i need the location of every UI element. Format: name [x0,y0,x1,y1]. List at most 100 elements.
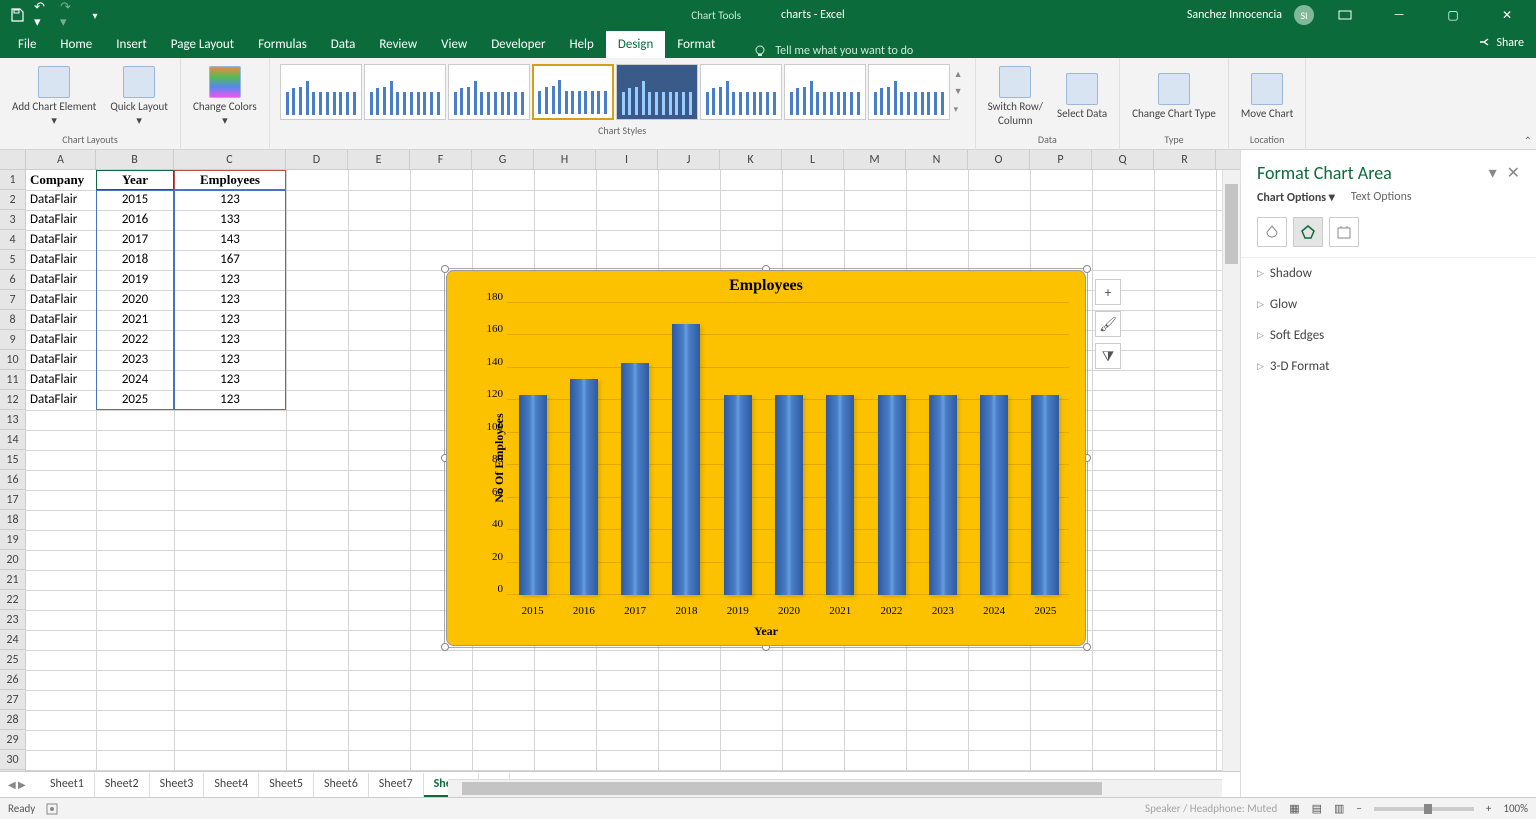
row-header-7[interactable]: 7 [0,290,25,310]
zoom-slider[interactable] [1374,807,1474,811]
select-data-button[interactable]: Select Data [1051,61,1113,133]
cell[interactable]: DataFlair [26,210,96,230]
view-normal-icon[interactable]: ▦ [1289,802,1299,815]
3d-format-section[interactable]: 3-D Format [1241,351,1536,382]
sheet-tab-sheet4[interactable]: Sheet4 [204,773,259,797]
gallery-up-icon[interactable]: ▲ [954,69,963,80]
col-header-K[interactable]: K [720,150,782,169]
quick-layout-button[interactable]: Quick Layout ▾ [104,61,174,133]
row-header-14[interactable]: 14 [0,430,25,450]
minimize-button[interactable]: — [1376,0,1422,30]
row-header-4[interactable]: 4 [0,230,25,250]
col-header-I[interactable]: I [596,150,658,169]
tab-format[interactable]: Format [665,31,727,58]
share-button[interactable]: Share [1478,36,1524,50]
row-header-6[interactable]: 6 [0,270,25,290]
zoom-in-button[interactable]: + [1486,802,1491,815]
bar[interactable] [826,395,854,595]
tab-file[interactable]: File [6,31,48,58]
style-thumb-7[interactable] [784,64,866,120]
cell[interactable]: DataFlair [26,190,96,210]
row-header-23[interactable]: 23 [0,610,25,630]
plot-area[interactable]: 2015201620172018201920202021202220232024… [507,305,1069,595]
style-thumb-3[interactable] [448,64,530,120]
bar[interactable] [980,395,1008,595]
fill-line-icon[interactable] [1257,217,1287,247]
row-header-16[interactable]: 16 [0,470,25,490]
cell[interactable]: DataFlair [26,230,96,250]
chart-title[interactable]: Employees [447,271,1085,295]
row-header-13[interactable]: 13 [0,410,25,430]
cell[interactable]: DataFlair [26,270,96,290]
pane-options-icon[interactable]: ▾ [1489,163,1497,183]
tab-developer[interactable]: Developer [479,31,557,58]
user-avatar[interactable]: SI [1294,5,1314,25]
text-options-tab[interactable]: Text Options [1351,190,1412,205]
cell[interactable]: DataFlair [26,310,96,330]
bar[interactable] [724,395,752,595]
chart-filters-button[interactable]: ⧩ [1095,343,1121,369]
tab-home[interactable]: Home [48,31,104,58]
tab-design[interactable]: Design [606,31,665,58]
col-header-E[interactable]: E [348,150,410,169]
soft-edges-section[interactable]: Soft Edges [1241,320,1536,351]
row-header-10[interactable]: 10 [0,350,25,370]
gallery-more-icon[interactable]: ▾ [954,104,963,115]
bar[interactable] [878,395,906,595]
sheet-tab-sheet5[interactable]: Sheet5 [259,773,314,797]
cells-area[interactable]: CompanyYearEmployeesDataFlair2015123Data… [26,170,1222,771]
row-header-29[interactable]: 29 [0,730,25,750]
col-header-F[interactable]: F [410,150,472,169]
macro-record-icon[interactable] [45,802,59,816]
bar[interactable] [775,395,803,595]
tab-help[interactable]: Help [557,31,605,58]
change-chart-type-button[interactable]: Change Chart Type [1126,61,1222,133]
row-header-28[interactable]: 28 [0,710,25,730]
vertical-scrollbar[interactable] [1222,170,1240,771]
row-header-26[interactable]: 26 [0,670,25,690]
cell[interactable]: DataFlair [26,350,96,370]
bar[interactable] [1031,395,1059,595]
row-header-12[interactable]: 12 [0,390,25,410]
row-header-18[interactable]: 18 [0,510,25,530]
col-header-H[interactable]: H [534,150,596,169]
glow-section[interactable]: Glow [1241,289,1536,320]
col-header-D[interactable]: D [286,150,348,169]
view-page-layout-icon[interactable]: ▤ [1312,802,1322,815]
collapse-ribbon-icon[interactable]: ⌃ [1524,134,1532,147]
chart-styles-button[interactable]: 🖌 [1095,311,1121,337]
sheet-tab-sheet3[interactable]: Sheet3 [150,773,205,797]
style-thumb-6[interactable] [700,64,782,120]
ribbon-display-icon[interactable] [1322,0,1368,30]
style-thumb-4[interactable] [532,64,614,120]
col-header-C[interactable]: C [174,150,286,169]
cell[interactable]: DataFlair [26,370,96,390]
chart-styles-gallery[interactable]: ▲ ▼ ▾ [276,60,969,124]
bar[interactable] [621,363,649,595]
row-header-5[interactable]: 5 [0,250,25,270]
undo-icon[interactable]: ↶ ▾ [34,6,52,24]
col-header-B[interactable]: B [96,150,174,169]
maximize-button[interactable]: ▢ [1430,0,1476,30]
tab-view[interactable]: View [429,31,479,58]
horizontal-scrollbar[interactable] [448,779,1222,797]
row-header-17[interactable]: 17 [0,490,25,510]
row-header-2[interactable]: 2 [0,190,25,210]
col-header-G[interactable]: G [472,150,534,169]
tab-insert[interactable]: Insert [104,31,159,58]
close-button[interactable]: ✕ [1484,0,1530,30]
col-header-L[interactable]: L [782,150,844,169]
bar[interactable] [672,324,700,595]
bar[interactable] [929,395,957,595]
sheet-tab-sheet1[interactable]: Sheet1 [40,773,95,797]
sheet-tab-sheet6[interactable]: Sheet6 [314,773,369,797]
row-header-3[interactable]: 3 [0,210,25,230]
shadow-section[interactable]: Shadow [1241,258,1536,289]
tab-review[interactable]: Review [367,31,429,58]
row-header-11[interactable]: 11 [0,370,25,390]
cell[interactable]: DataFlair [26,290,96,310]
tab-data[interactable]: Data [319,31,368,58]
save-icon[interactable] [8,6,26,24]
sheet-tab-sheet7[interactable]: Sheet7 [369,773,424,797]
zoom-level[interactable]: 100% [1503,802,1528,815]
